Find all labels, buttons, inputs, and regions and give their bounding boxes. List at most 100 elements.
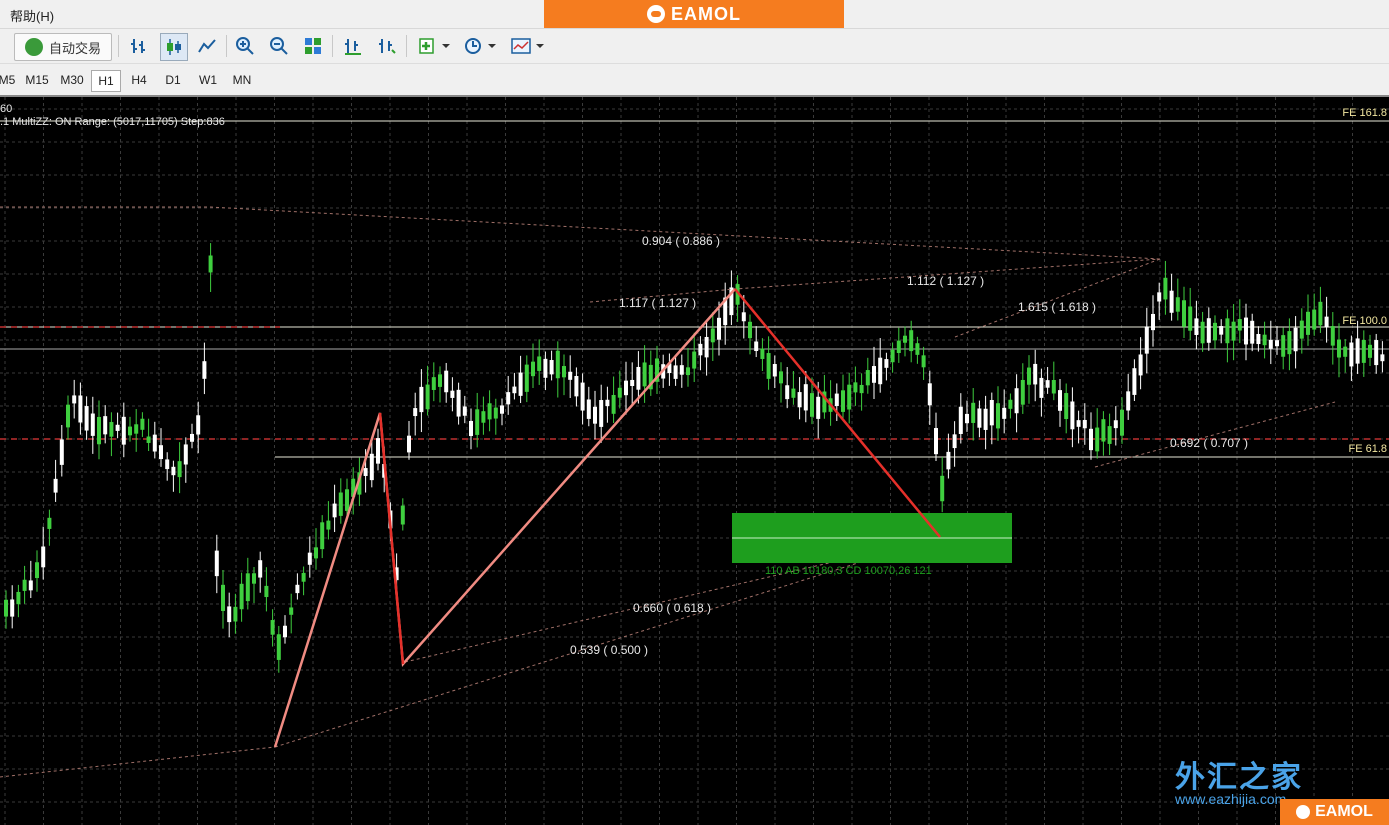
candle-body [1368, 344, 1372, 358]
candle-body [996, 403, 1000, 429]
candle-body [97, 416, 101, 445]
ratio-label-0660: 0.660 ( 0.618 ) [633, 601, 712, 615]
candle-body [903, 335, 907, 343]
candle-body [1306, 311, 1310, 335]
timeframe-h4[interactable]: H4 [125, 70, 153, 90]
chart-shift-icon[interactable] [340, 33, 366, 59]
candle-body [617, 387, 622, 398]
candle-body [450, 390, 455, 398]
candle-body [1033, 363, 1038, 385]
candle-body [1244, 317, 1248, 345]
pattern-measure-label: 110 AB 10180,3 CD 10070,26 121 [765, 565, 932, 577]
candle-body [146, 436, 151, 443]
candle-body [1008, 399, 1013, 409]
candle-body [134, 424, 139, 434]
timeframe-h1[interactable]: H1 [91, 70, 121, 92]
candle-body [332, 503, 337, 518]
candle-body [431, 377, 436, 390]
candle-body [444, 370, 449, 393]
menu-help[interactable]: 帮助(H) [10, 6, 54, 25]
templates-icon[interactable] [508, 33, 546, 59]
toolbar: 自动交易 [0, 29, 1389, 64]
timeframe-m5[interactable]: M5 [0, 70, 15, 90]
timeframe-mn[interactable]: MN [227, 70, 257, 90]
candle-body [841, 390, 845, 412]
ratio-line-base [0, 746, 276, 778]
candle-body [475, 409, 480, 435]
candle-body [512, 386, 517, 394]
candle-body [233, 606, 238, 622]
candle-body [1076, 420, 1081, 427]
candle-body [859, 384, 864, 394]
ratio-lines [0, 206, 1336, 778]
timeframe-m15[interactable]: M15 [22, 70, 52, 90]
candle-body [580, 382, 585, 411]
candle-body [692, 351, 697, 369]
candle-body [1250, 320, 1255, 344]
timeframe-d1[interactable]: D1 [159, 70, 187, 90]
candle-body [1014, 388, 1019, 414]
tile-windows-icon[interactable] [300, 33, 326, 59]
candle-body [927, 383, 932, 406]
candle-body [1157, 292, 1162, 302]
candle-body [555, 350, 560, 379]
candle-body [1182, 300, 1186, 327]
candle-body [785, 385, 790, 400]
candle-body [221, 584, 225, 611]
candle-body [568, 371, 573, 380]
candle-body [1163, 277, 1168, 300]
candle-body [1281, 335, 1286, 357]
zoom-in-icon[interactable] [232, 33, 258, 59]
candle-body [1361, 339, 1366, 363]
ratio-line-1615 [954, 258, 1161, 338]
candle-body [90, 413, 95, 436]
ratio-label-1615: 1.615 ( 1.618 ) [1018, 300, 1097, 314]
candle-body [1380, 354, 1385, 362]
candle-body [878, 357, 883, 385]
corner-brand-name: EAMOL [1315, 803, 1373, 820]
candle-body [537, 356, 542, 371]
candle-body [952, 434, 957, 449]
candle-body [605, 399, 610, 407]
zoom-out-icon[interactable] [266, 33, 292, 59]
candle-body [165, 459, 170, 470]
indicators-icon[interactable] [416, 33, 454, 59]
bar-chart-icon[interactable] [126, 33, 152, 59]
price-chart[interactable]: 60 .1 MultiZZ: ON Range: (5017,11705) St… [0, 97, 1389, 825]
watermark-url: www.eazhijia.com [1175, 791, 1287, 807]
candle-body [1089, 428, 1093, 451]
candle-body [909, 330, 914, 352]
candle-body [1169, 290, 1174, 313]
candle-body [679, 365, 684, 375]
candle-body [1337, 339, 1341, 358]
candle-body [872, 366, 876, 383]
candle-body [958, 406, 963, 434]
candle-body [462, 406, 467, 416]
candle-body [214, 550, 219, 577]
zigzag-down-leg-1 [378, 412, 405, 665]
candle-body [1175, 297, 1180, 312]
ratio-label-0904: 0.904 ( 0.886 ) [642, 234, 721, 248]
auto-trading-button[interactable]: 自动交易 [14, 33, 112, 61]
candle-body [314, 547, 318, 559]
candle-body [1349, 342, 1354, 367]
eamol-logo-icon [647, 5, 665, 23]
candle-body [115, 424, 120, 431]
candle-body [760, 348, 765, 359]
timeframe-w1[interactable]: W1 [193, 70, 223, 90]
candle-body [177, 461, 182, 478]
candlestick-icon[interactable] [160, 33, 188, 61]
candle-body [270, 620, 275, 635]
timeframe-m30[interactable]: M30 [56, 70, 88, 90]
line-chart-icon[interactable] [194, 33, 220, 59]
candle-body [283, 625, 287, 638]
candle-body [47, 517, 52, 529]
brand-banner: EAMOL [544, 0, 844, 28]
candle-body [599, 400, 604, 427]
candle-body [562, 366, 566, 378]
periods-icon[interactable] [462, 33, 500, 59]
autoscroll-icon[interactable] [374, 33, 400, 59]
candle-body [1318, 301, 1323, 326]
candle-body [642, 362, 647, 387]
candle-body [865, 370, 870, 386]
